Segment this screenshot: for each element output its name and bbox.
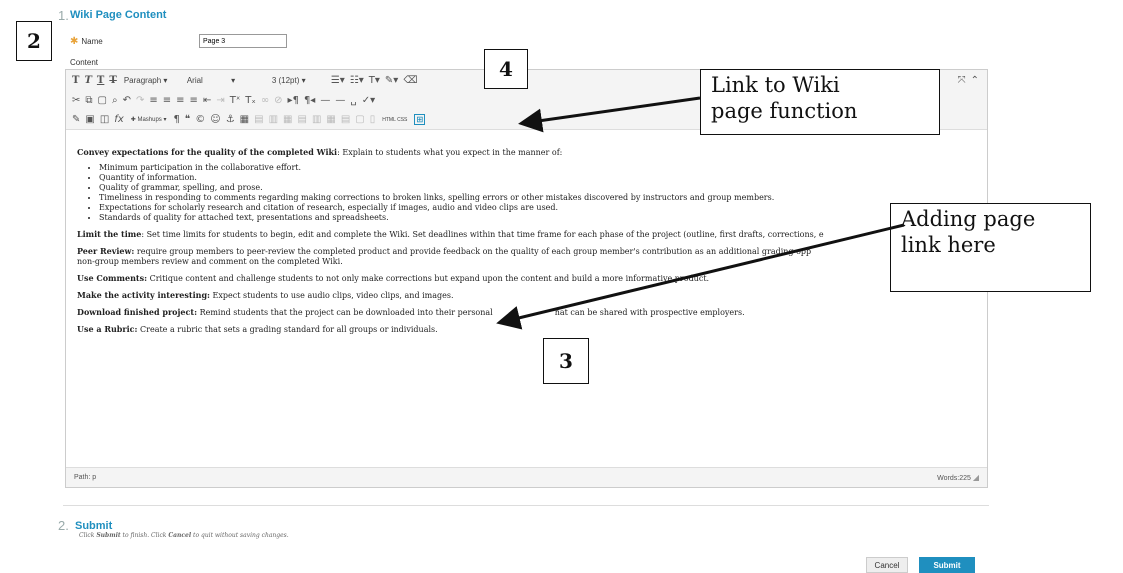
list-item: Expectations for scholarly research and … [99,203,976,213]
size-select[interactable]: 3 (12pt) ▾ [270,76,326,85]
link-icon[interactable]: ∞ [261,95,269,106]
section-divider [63,505,989,506]
list-item: Timeliness in responding to comments reg… [99,193,976,203]
copyright-icon[interactable]: © [195,114,205,125]
fullscreen-icon[interactable]: ⤧ [958,75,966,86]
collapse-icon[interactable]: ⌃ [971,75,979,86]
copy-icon[interactable]: ⧉ [85,95,92,106]
highlight-icon[interactable]: ✎▾ [385,75,398,86]
table-props-icon[interactable]: ▢ [355,114,364,125]
name-input[interactable] [199,34,287,48]
align-left-icon[interactable]: ≡ [149,95,157,106]
table-col-icon[interactable]: ▥ [269,114,278,125]
emoticon-icon[interactable]: ☺ [210,114,220,125]
callout-link-wiki: Link to Wiki page function [700,69,940,135]
paragraph-icon[interactable]: ¶ [174,114,180,125]
callout-text: Adding page [901,207,1036,231]
list-item: Standards of quality for attached text, … [99,213,976,223]
callout-add-link: Adding page link here [890,203,1091,292]
paragraph-peer-review: Peer Review: require group members to pe… [77,246,812,266]
undo-icon[interactable]: ↶ [123,95,131,106]
font-select[interactable]: Arial ▾ [185,76,265,85]
underline-icon[interactable]: T [97,75,104,86]
outdent-icon[interactable]: ⇤ [203,95,211,106]
ltr-icon[interactable]: ▸¶ [288,95,299,106]
text-color-icon[interactable]: T▾ [369,75,380,86]
table-col-props-icon[interactable]: ▯ [370,114,376,125]
italic-icon[interactable]: T [84,75,91,86]
numbered-list-icon[interactable]: ☷▾ [350,75,364,86]
bullet-list-icon[interactable]: ☰▾ [331,75,345,86]
section-number: 1. [58,8,69,23]
required-icon: ✱ [70,36,79,47]
blockquote-icon[interactable]: ❝ [185,114,190,125]
bold-icon[interactable]: T [72,75,79,86]
callout-text: page function [711,99,858,123]
list-item: Quality of grammar, spelling, and prose. [99,183,976,193]
section-title: Wiki Page Content [70,9,167,21]
rtl-icon[interactable]: ¶◂ [304,95,315,106]
table-cell-icon[interactable]: ▦ [283,114,292,125]
spellcheck-icon[interactable]: ✓▾ [362,95,375,106]
expectations-list: Minimum participation in the collaborati… [99,163,976,223]
paragraph-rubric: Use a Rubric: Create a rubric that sets … [77,324,438,334]
eraser-icon[interactable]: ⌫ [403,75,417,86]
element-path: Path: p [74,474,97,481]
hr-icon[interactable]: — [335,95,345,106]
callout-number-4: 4 [484,49,528,89]
attach-icon[interactable]: ✎ [72,114,80,125]
horizontal-rule-icon[interactable]: — [320,95,330,106]
align-center-icon[interactable]: ≡ [163,95,171,106]
callout-number-3: 3 [543,338,589,384]
wiki-link-icon[interactable]: ⊞ [414,114,426,125]
nbsp-icon[interactable]: ␣ [350,95,356,106]
table-merge-icon[interactable]: ▦ [326,114,335,125]
section-number: 2. [58,518,69,533]
paragraph-interesting: Make the activity interesting: Expect st… [77,290,454,300]
list-item: Quantity of information. [99,173,976,183]
paragraph-expectations: Convey expectations for the quality of t… [77,147,563,157]
paste-icon[interactable]: ▢ [98,95,107,106]
submit-button[interactable]: Submit [919,557,975,573]
superscript-icon[interactable]: Tˣ [230,95,241,106]
paragraph-download: Download finished project: Remind studen… [77,307,745,317]
table-split-icon[interactable]: ▤ [341,114,350,125]
anchor-icon[interactable]: ⚓ [226,114,235,125]
word-count: Words:225 [937,475,971,482]
indent-icon[interactable]: ⇥ [216,95,224,106]
math-icon[interactable]: fx [114,114,123,125]
editor-content[interactable]: Convey expectations for the quality of t… [66,131,987,467]
table-row-icon[interactable]: ▤ [254,114,263,125]
image-icon[interactable]: ▣ [85,114,94,125]
name-label: Name [81,37,103,46]
table-icon[interactable]: ▦ [240,114,249,125]
paragraph-limit-time: Limit the time: Set time limits for stud… [77,229,824,239]
submit-hint: Click Submit to finish. Click Cancel to … [79,532,289,539]
unlink-icon[interactable]: ⊘ [274,95,282,106]
cancel-button[interactable]: Cancel [866,557,908,573]
table-insert-icon[interactable]: ▤ [297,114,306,125]
content-label: Content [70,58,99,67]
callout-number-2: 2 [16,21,52,61]
list-item: Minimum participation in the collaborati… [99,163,976,173]
align-right-icon[interactable]: ≡ [176,95,184,106]
resize-grip-icon[interactable]: ◢ [973,473,979,482]
redo-icon[interactable]: ↷ [136,95,144,106]
editor-statusbar: Path: p Words:225 ◢ [66,467,987,487]
strikethrough-icon[interactable]: T [109,75,116,86]
name-label-row: ✱ Name [70,36,103,47]
callout-text: Link to Wiki [711,73,840,97]
table-delete-icon[interactable]: ▥ [312,114,321,125]
callout-text: link here [901,233,996,257]
subscript-icon[interactable]: Tₓ [245,95,256,106]
html-css-button[interactable]: HTML CSS [380,117,409,123]
media-icon[interactable]: ◫ [100,114,109,125]
paragraph-comments: Use Comments: Critique content and chall… [77,273,710,283]
mashups-select[interactable]: ✚ Mashups ▾ [129,116,169,123]
justify-icon[interactable]: ≡ [190,95,198,106]
section-title: Submit [75,520,113,532]
find-icon[interactable]: ⌕ [112,95,118,106]
cut-icon[interactable]: ✂ [72,95,80,106]
format-select[interactable]: Paragraph ▾ [122,76,180,85]
